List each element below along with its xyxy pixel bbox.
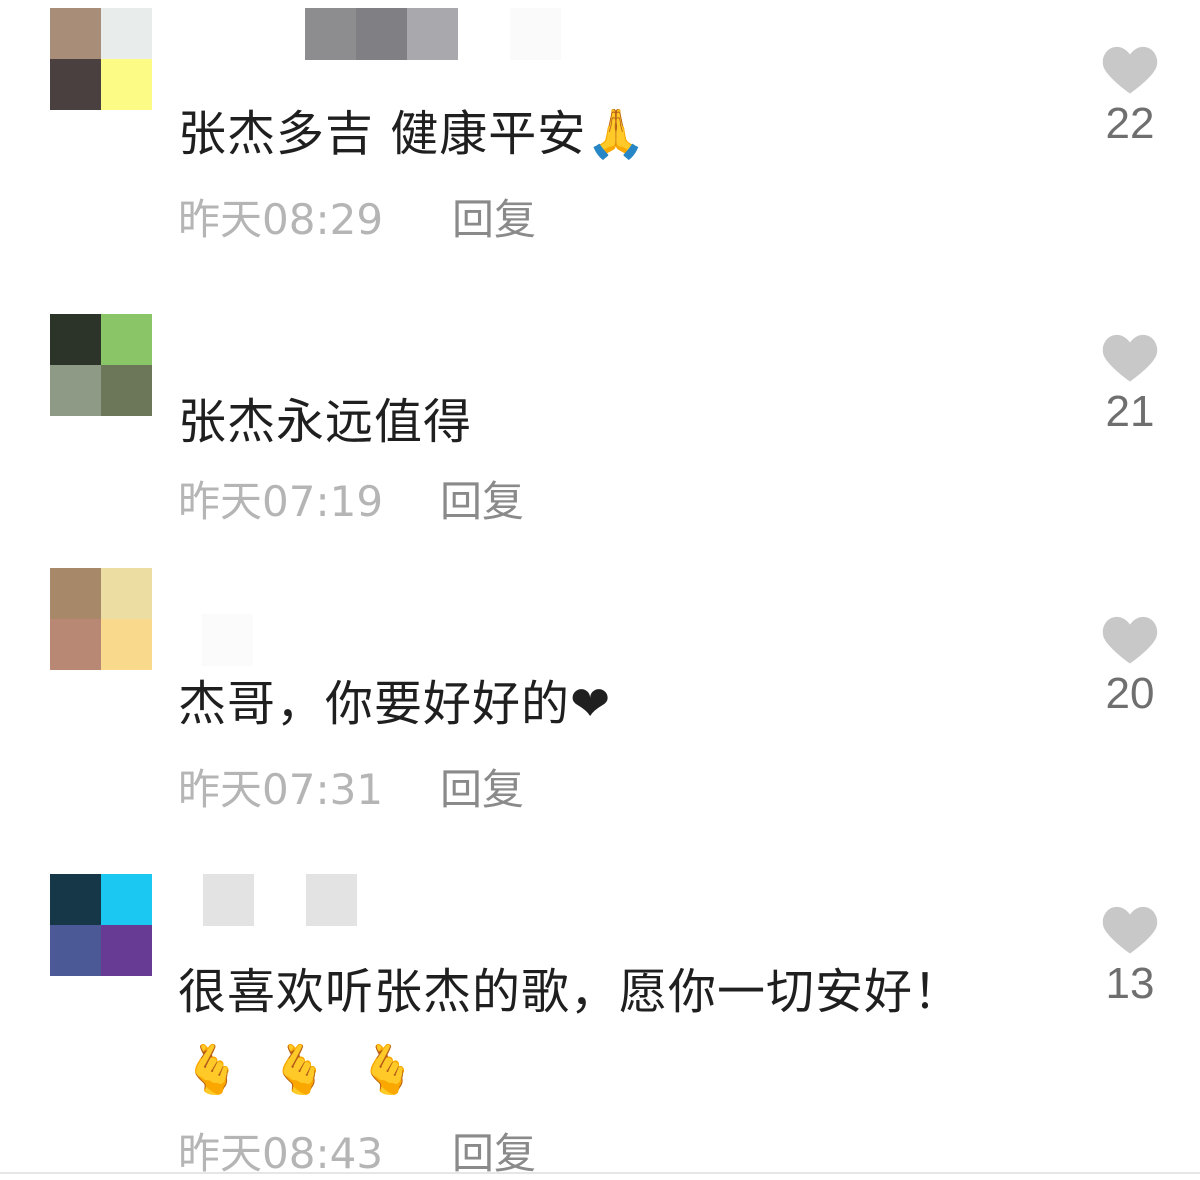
avatar-tile — [101, 568, 152, 619]
avatar-tile — [101, 59, 152, 110]
avatar[interactable] — [50, 874, 152, 976]
avatar-tile — [50, 619, 101, 670]
like-button[interactable]: 22 — [1090, 44, 1170, 150]
username-blurred[interactable] — [202, 614, 253, 666]
avatar-tile — [50, 314, 101, 365]
heart-icon — [1102, 906, 1158, 954]
heart-icon — [1102, 46, 1158, 94]
avatar-tile — [50, 568, 101, 619]
comment-time: 昨天08:29 — [178, 195, 384, 244]
heart-icon — [1102, 334, 1158, 382]
like-count: 21 — [1105, 387, 1155, 436]
avatar-tile — [50, 925, 101, 976]
heart-icon — [1102, 616, 1158, 664]
avatar-tile — [50, 8, 101, 59]
comment-text: 张杰多吉 健康平安🙏 — [178, 106, 648, 162]
comment-time: 昨天07:31 — [178, 765, 384, 814]
like-count: 13 — [1105, 959, 1155, 1008]
divider — [0, 1172, 1200, 1174]
comment-text: 杰哥，你要好好的❤ — [178, 676, 612, 732]
avatar-tile — [50, 874, 101, 925]
avatar[interactable] — [50, 314, 152, 416]
avatar-tile — [101, 8, 152, 59]
reply-button[interactable]: 回复 — [440, 476, 524, 528]
reply-button[interactable]: 回复 — [440, 764, 524, 816]
avatar-tile — [101, 314, 152, 365]
comment-time: 昨天07:19 — [178, 477, 384, 526]
comment-feed: 张杰多吉 健康平安🙏 昨天08:29 回复 22 张杰永远值得 昨天07:19 … — [0, 0, 1200, 1180]
avatar[interactable] — [50, 8, 152, 110]
avatar-tile — [50, 59, 101, 110]
avatar[interactable] — [50, 568, 152, 670]
like-count: 20 — [1105, 669, 1155, 718]
like-button[interactable]: 13 — [1090, 904, 1170, 1010]
reply-button[interactable]: 回复 — [452, 194, 536, 246]
like-button[interactable]: 20 — [1090, 614, 1170, 720]
avatar-tile — [101, 874, 152, 925]
username-blurred[interactable] — [203, 874, 357, 926]
username-blurred[interactable] — [305, 8, 561, 60]
comment-text: 很喜欢听张杰的歌，愿你一切安好！ — [178, 964, 963, 1020]
emoji-row: 🫰🫰🫰 — [182, 1042, 446, 1098]
comment-text: 张杰永远值得 — [178, 394, 473, 450]
avatar-tile — [101, 619, 152, 670]
like-button[interactable]: 21 — [1090, 332, 1170, 438]
avatar-tile — [50, 365, 101, 416]
avatar-tile — [101, 365, 152, 416]
avatar-tile — [101, 925, 152, 976]
like-count: 22 — [1105, 99, 1155, 148]
